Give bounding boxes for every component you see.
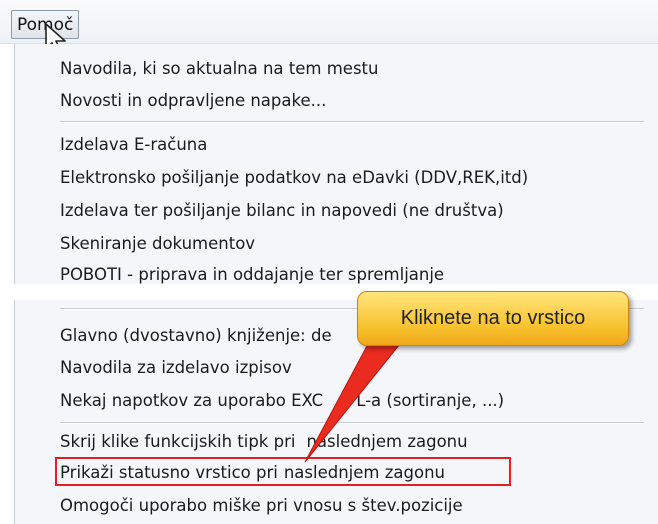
menu-item-report-instructions[interactable]: Navodila za izdelavo izpisov (60, 353, 292, 383)
menu-item-balance-sheets[interactable]: Izdelava ter pošiljanje bilanc in napove… (60, 196, 504, 226)
menu-item-excel-tips-part1: Nekaj napotkov za uporabo EXC (60, 391, 324, 410)
callout-bubble: Kliknete na to vrstico (357, 291, 629, 346)
highlight-box (55, 457, 511, 486)
menu-item-document-scanning[interactable]: Skeniranje dokumentov (60, 229, 255, 259)
menu-separator (60, 121, 644, 123)
menu-item-excel-tips-part2: L-a (sortiranje, ...) (356, 391, 505, 410)
menu-item-general-ledger[interactable]: Glavno (dvostavno) knjiženje: de (60, 321, 332, 351)
menu-item-release-notes[interactable]: Novosti in odpravljene napake... (60, 86, 326, 116)
menu-bar: Pomoč (0, 0, 658, 55)
menu-item-mouse-input[interactable]: Omogoči uporabo miške pri vnosu s štev.p… (60, 491, 463, 521)
menu-separator (60, 422, 644, 424)
menu-item-e-invoice[interactable]: Izdelava E-računa (60, 130, 207, 160)
menu-item-hide-function-keys-part1: Skrij klike funkcijskih tipk pri (60, 432, 296, 451)
menu-item-hide-function-keys[interactable]: Skrij klike funkcijskih tipk pri naslednj… (60, 427, 468, 457)
menu-item-edavki-export[interactable]: Elektronsko pošiljanje podatkov na eDavk… (60, 163, 528, 193)
menu-item-hide-function-keys-part2: naslednjem zagonu (306, 432, 468, 451)
menu-item-excel-tips[interactable]: Nekaj napotkov za uporabo EXC L-a (sortir… (60, 386, 504, 416)
menu-item-context-help[interactable]: Navodila, ki so aktualna na tem mestu (60, 54, 378, 84)
